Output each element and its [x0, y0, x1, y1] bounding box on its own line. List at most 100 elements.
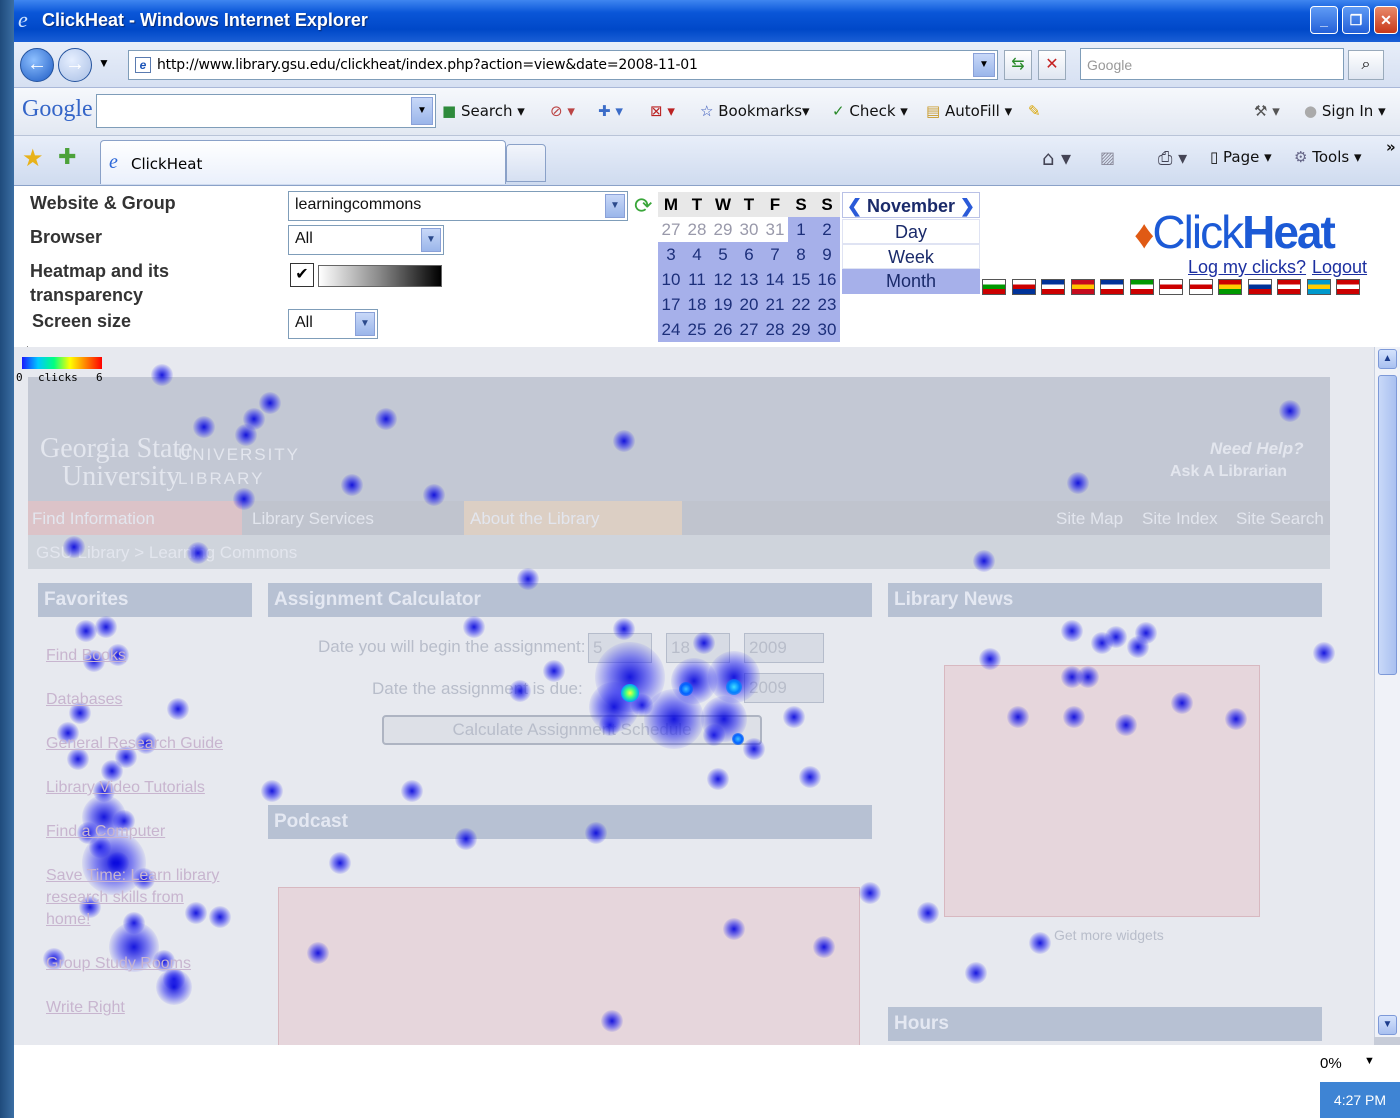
flag-icon[interactable] [1188, 279, 1213, 295]
scroll-up-icon[interactable]: ▲ [1378, 349, 1397, 369]
favorite-link[interactable]: Library Video Tutorials [46, 779, 205, 797]
url-field[interactable]: e http://www.library.gsu.edu/clickheat/i… [128, 50, 998, 80]
calendar-day[interactable]: 30 [736, 217, 762, 242]
calendar-day[interactable]: 27 [736, 317, 762, 342]
history-dropdown-icon[interactable]: ▼ [98, 56, 110, 70]
nav-find-information[interactable]: Find Information [32, 509, 155, 529]
plus-icon[interactable]: ✚ ▾ [598, 102, 623, 120]
calendar-day[interactable]: 22 [788, 292, 814, 317]
favorite-link[interactable]: General Research Guide [46, 735, 223, 753]
new-tab-button[interactable] [506, 144, 546, 182]
calendar-day[interactable]: 3 [658, 242, 684, 267]
flag-icon[interactable] [1070, 279, 1095, 295]
autofill-button[interactable]: ▤ AutoFill ▾ [926, 102, 1012, 120]
transparency-slider[interactable] [318, 265, 442, 287]
calendar-day[interactable]: 6 [736, 242, 762, 267]
calendar-day[interactable]: 26 [710, 317, 736, 342]
scroll-thumb[interactable] [1378, 375, 1397, 675]
calendar-day[interactable]: 21 [762, 292, 788, 317]
calendar-day[interactable]: 16 [814, 267, 840, 292]
site-search-link[interactable]: Site Search [1236, 509, 1324, 529]
flag-icon[interactable] [1218, 279, 1242, 295]
refresh-button[interactable]: ⇆ [1004, 50, 1032, 80]
calendar-day[interactable]: 15 [788, 267, 814, 292]
screen-size-select[interactable]: All ▼ [288, 309, 378, 339]
back-button[interactable]: ← [20, 48, 54, 82]
flag-icon[interactable] [1129, 279, 1154, 295]
nav-about-library[interactable]: About the Library [470, 509, 599, 529]
heatmap-checkbox[interactable]: ✔ [290, 263, 314, 287]
bookmarks-button[interactable]: ☆ Bookmarks▾ [700, 102, 810, 120]
favorites-star-icon[interactable]: ★ [22, 144, 44, 173]
check-button[interactable]: ✓ Check ▾ [832, 102, 908, 120]
begin-year-input[interactable]: 2009 [744, 633, 824, 663]
flag-icon[interactable] [1306, 279, 1331, 295]
need-help-text[interactable]: Need Help? [1210, 439, 1304, 459]
close-button[interactable]: ✕ [1374, 6, 1398, 34]
get-widgets-link[interactable]: Get more widgets [1054, 927, 1164, 943]
news-widget[interactable] [944, 665, 1260, 917]
favorite-link[interactable]: Group Study Rooms [46, 955, 191, 973]
calendar-day[interactable]: 27 [658, 217, 684, 242]
calendar-day[interactable]: 7 [762, 242, 788, 267]
favorite-link[interactable]: Databases [46, 691, 123, 709]
zoom-level[interactable]: 0% [1320, 1055, 1342, 1072]
calendar-day[interactable]: 29 [788, 317, 814, 342]
sign-in-button[interactable]: ● Sign In ▾ [1304, 102, 1386, 120]
google-search-input[interactable]: ▼ [96, 94, 436, 128]
favorite-link[interactable]: home! [46, 911, 90, 929]
calendar-day[interactable]: 11 [684, 267, 710, 292]
page-menu[interactable]: ▯ Page ▾ [1210, 148, 1272, 166]
calendar-day[interactable]: 24 [658, 317, 684, 342]
next-month-icon[interactable]: ❯ [960, 193, 975, 219]
search-go-button[interactable]: ⌕ [1348, 50, 1384, 80]
calendar-day[interactable]: 4 [684, 242, 710, 267]
flag-icon[interactable] [1336, 279, 1360, 295]
nav-library-services[interactable]: Library Services [252, 509, 374, 529]
website-select[interactable]: learningcommons ▼ [288, 191, 628, 221]
wrench-icon[interactable]: ⚒ ▾ [1254, 102, 1280, 120]
url-dropdown-icon[interactable]: ▼ [973, 53, 995, 77]
search-button[interactable]: ■ Search ▾ [442, 102, 525, 120]
podcast-player[interactable] [278, 887, 860, 1045]
period-week[interactable]: Week [842, 244, 980, 269]
calendar-day[interactable]: 20 [736, 292, 762, 317]
scroll-down-icon[interactable]: ▼ [1378, 1015, 1397, 1035]
calendar-day[interactable]: 31 [762, 217, 788, 242]
calendar-day[interactable]: 28 [762, 317, 788, 342]
calendar-day[interactable]: 19 [710, 292, 736, 317]
calendar-day[interactable]: 17 [658, 292, 684, 317]
home-icon[interactable]: ⌂ ▾ [1042, 146, 1071, 170]
calendar-day[interactable]: 9 [814, 242, 840, 267]
flag-icon[interactable] [1041, 279, 1065, 295]
highlight-icon[interactable]: ✎ [1028, 102, 1041, 120]
calendar-day[interactable]: 29 [710, 217, 736, 242]
log-clicks-link[interactable]: Log my clicks? [1188, 257, 1306, 278]
maximize-button[interactable]: ❐ [1342, 6, 1370, 34]
calendar-day[interactable]: 25 [684, 317, 710, 342]
flag-icon[interactable] [982, 279, 1006, 295]
calendar-day[interactable]: 18 [684, 292, 710, 317]
calendar-day[interactable]: 14 [762, 267, 788, 292]
favorite-link[interactable]: Write Right [46, 999, 125, 1017]
zoom-dropdown-icon[interactable]: ▼ [1364, 1055, 1375, 1067]
tab-clickheat[interactable]: e ClickHeat [100, 140, 506, 184]
favorite-link[interactable]: Find a Computer [46, 823, 165, 841]
calendar-day[interactable]: 8 [788, 242, 814, 267]
period-day[interactable]: Day [842, 219, 980, 244]
favorite-link[interactable]: research skills from [46, 889, 184, 907]
popup-icon[interactable]: ⊘ ▾ [550, 102, 575, 120]
favorite-link[interactable]: Save Time: Learn library [46, 867, 219, 885]
print-icon[interactable]: ⎙ ▾ [1158, 148, 1187, 169]
vertical-scrollbar[interactable]: ▲ ▼ [1374, 347, 1400, 1037]
refresh-icon[interactable]: ⟳ [634, 193, 652, 219]
tools-menu[interactable]: ⚙ Tools ▾ [1294, 148, 1362, 166]
flag-icon[interactable] [1159, 279, 1183, 295]
ask-librarian-text[interactable]: Ask A Librarian [1170, 463, 1287, 481]
period-month[interactable]: Month [842, 269, 980, 294]
stop-button[interactable]: ✕ [1038, 50, 1066, 80]
calendar-day[interactable]: 13 [736, 267, 762, 292]
calendar-day[interactable]: 12 [710, 267, 736, 292]
calendar-day[interactable]: 10 [658, 267, 684, 292]
add-favorites-icon[interactable]: ✚ [58, 144, 76, 170]
